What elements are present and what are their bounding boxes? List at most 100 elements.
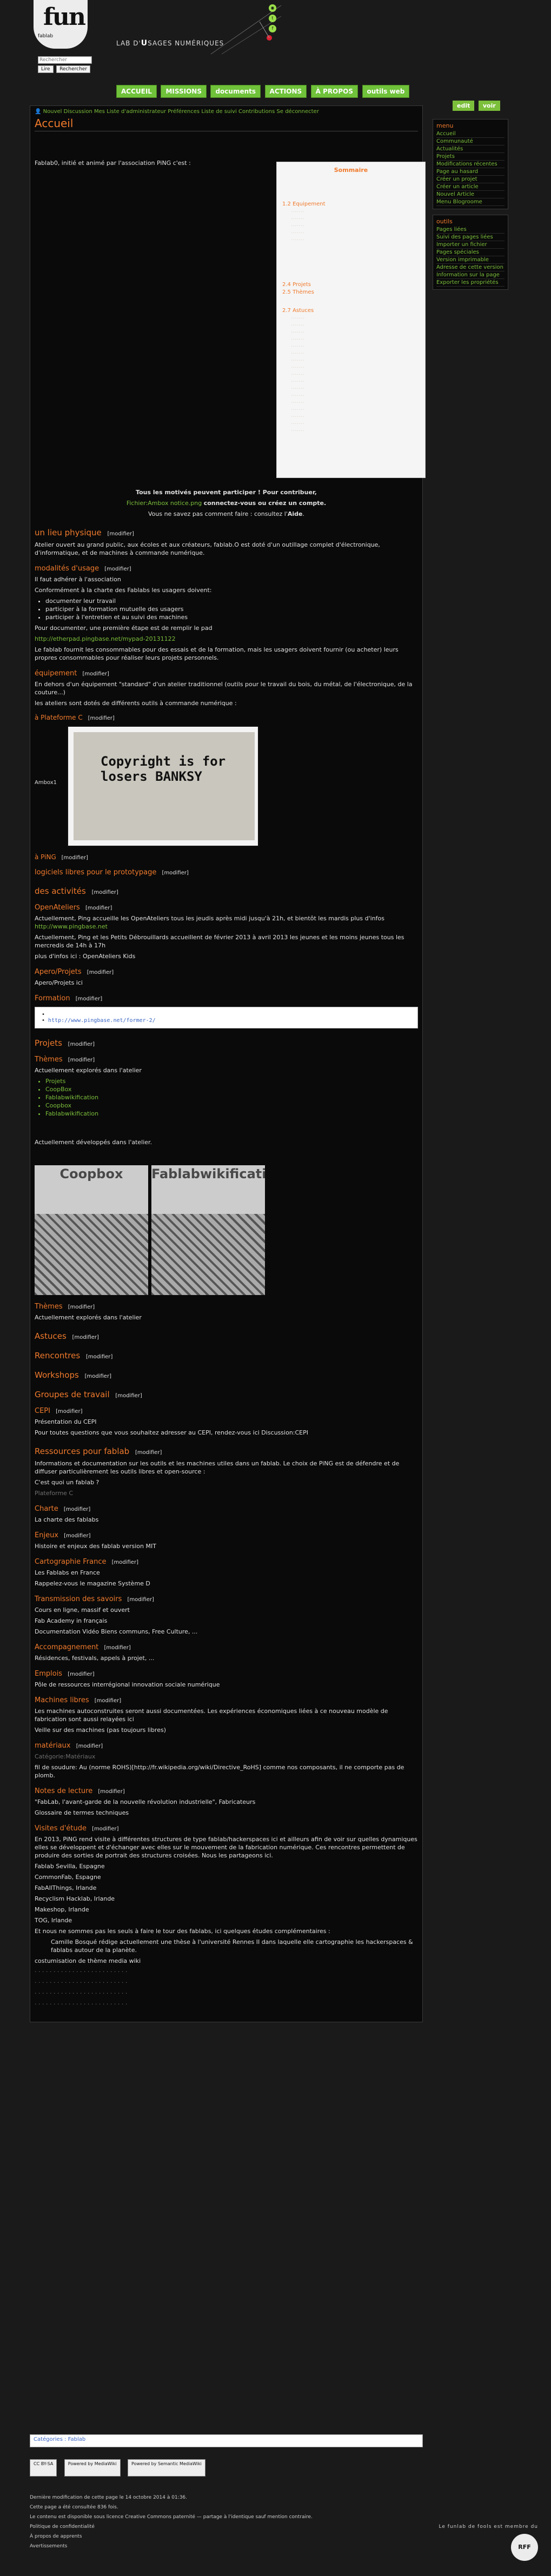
- pingbase-link[interactable]: http://www.pingbase.net: [35, 923, 108, 930]
- edit-link[interactable]: [modifier]: [85, 905, 112, 911]
- ghost-link[interactable]: · · · · · · · · · · · · · · · · · · · · …: [35, 1968, 418, 1976]
- userbar-link-prefs[interactable]: Préférences: [168, 109, 200, 115]
- edit-link[interactable]: [modifier]: [68, 1671, 94, 1677]
- ressources-link[interactable]: Plateforme C: [35, 1490, 73, 1497]
- sidebar-item-create-article[interactable]: Créer un article: [436, 183, 504, 191]
- sidebar-tool-special[interactable]: Pages spéciales: [436, 249, 504, 256]
- nav-a-propos[interactable]: À PROPOS: [310, 85, 359, 98]
- edit-link[interactable]: [modifier]: [68, 1304, 95, 1310]
- edit-link[interactable]: [modifier]: [83, 671, 109, 677]
- rff-logo-icon[interactable]: RFF: [511, 2534, 538, 2561]
- search-input[interactable]: [38, 56, 92, 64]
- categories-label[interactable]: Catégories :: [34, 2436, 66, 2442]
- edit-link[interactable]: [modifier]: [86, 1354, 112, 1360]
- sidebar-item-communaute[interactable]: Communauté: [436, 138, 504, 145]
- search-button[interactable]: Rechercher: [56, 65, 91, 73]
- license-badge[interactable]: CC BY-SA: [30, 2459, 57, 2477]
- twitter-icon[interactable]: t: [269, 15, 276, 22]
- help-link[interactable]: Aide: [288, 510, 303, 517]
- edit-link[interactable]: [modifier]: [64, 1506, 90, 1512]
- edit-link[interactable]: [modifier]: [72, 1335, 99, 1340]
- list-item[interactable]: Fablabwikification: [45, 1110, 418, 1118]
- edit-link[interactable]: [modifier]: [87, 970, 114, 975]
- edit-link[interactable]: [modifier]: [76, 1743, 103, 1749]
- edit-link[interactable]: [modifier]: [104, 566, 131, 572]
- toc-ghost: ·······: [291, 350, 304, 357]
- go-button[interactable]: Lire: [38, 65, 54, 73]
- toc-item[interactable]: 2.7 Astuces: [282, 307, 420, 315]
- sidebar-item-random[interactable]: Page au hasard: [436, 168, 504, 176]
- toc-item[interactable]: 2.5 Thèmes: [282, 289, 420, 296]
- ghost-link[interactable]: · · · · · · · · · · · · · · · · · · · · …: [35, 2000, 418, 2008]
- edit-link[interactable]: [modifier]: [135, 1450, 162, 1456]
- sidebar-item-blogroll[interactable]: Menu Blogroome: [436, 198, 504, 206]
- edit-link[interactable]: [modifier]: [104, 1645, 130, 1651]
- edit-link[interactable]: [modifier]: [62, 855, 88, 861]
- userbar-link-mes[interactable]: Mes: [94, 109, 105, 115]
- sidebar-tool-linked[interactable]: Pages liées: [436, 226, 504, 234]
- edit-link[interactable]: [modifier]: [64, 1533, 90, 1539]
- nav-missions[interactable]: MISSIONS: [161, 85, 207, 98]
- nav-actions[interactable]: ACTIONS: [264, 85, 307, 98]
- edit-link[interactable]: [modifier]: [92, 889, 118, 895]
- toc-item[interactable]: 2.4 Projets: [282, 281, 420, 289]
- edit-link[interactable]: [modifier]: [98, 1789, 124, 1795]
- edit-link[interactable]: [modifier]: [85, 1373, 111, 1379]
- sidebar-tool-export[interactable]: Exporter les propriétés: [436, 279, 504, 287]
- nav-outils-web[interactable]: outils web: [362, 85, 410, 98]
- list-item[interactable]: Projets: [45, 1077, 418, 1085]
- edit-link[interactable]: [modifier]: [92, 1826, 118, 1832]
- sidebar-item-recent-changes[interactable]: Modifications récentes: [436, 161, 504, 168]
- sidebar-tool-linked-changes[interactable]: Suivi des pages liées: [436, 234, 504, 241]
- userbar-link-contribs[interactable]: Contributions: [238, 109, 275, 115]
- userbar-link-watchlist[interactable]: Liste de suivi: [201, 109, 237, 115]
- sidebar-item-projets[interactable]: Projets: [436, 153, 504, 161]
- edit-link[interactable]: [modifier]: [76, 996, 102, 1002]
- formation-link[interactable]: http://www.pingbase.net/former-2/: [48, 1018, 156, 1024]
- edit-link[interactable]: [modifier]: [68, 1041, 95, 1047]
- list-item[interactable]: Fablabwikification: [45, 1093, 418, 1101]
- sidebar-item-actualites[interactable]: Actualités: [436, 145, 504, 153]
- sidebar-item-create-project[interactable]: Créer un projet: [436, 176, 504, 183]
- etherpad-link[interactable]: http://etherpad.pingbase.net/mypad-20131…: [35, 635, 176, 642]
- sidebar-tool-print[interactable]: Version imprimable: [436, 256, 504, 264]
- edit-link[interactable]: [modifier]: [56, 1409, 82, 1415]
- edit-link[interactable]: [modifier]: [108, 531, 134, 537]
- userbar-link-logout[interactable]: Se déconnecter: [277, 109, 319, 115]
- ghost-link[interactable]: · · · · · · · · · · · · · · · · · · · · …: [35, 1979, 418, 1987]
- sidebar-item-accueil[interactable]: Accueil: [436, 130, 504, 138]
- ambox-file-link[interactable]: Fichier:Ambox notice.png: [127, 500, 202, 507]
- toc-item[interactable]: 1.2 Equipement: [282, 201, 420, 208]
- userbar-link-new[interactable]: Nouvel: [43, 109, 62, 115]
- edit-link[interactable]: [modifier]: [95, 1698, 121, 1704]
- list-item[interactable]: CoopBox: [45, 1085, 418, 1093]
- sidebar-item-new-article[interactable]: Nouvel Article: [436, 191, 504, 198]
- footer-disclaimer-link[interactable]: Avertissements: [30, 2541, 549, 2551]
- nav-accueil[interactable]: ACCUEIL: [116, 85, 157, 98]
- gallery-item-fablabwikification[interactable]: Fablabwikification: [151, 1165, 265, 1295]
- mediawiki-badge[interactable]: Powered by MediaWiki: [64, 2459, 121, 2477]
- list-item[interactable]: Coopbox: [45, 1101, 418, 1110]
- sidebar-tool-upload[interactable]: Importer un fichier: [436, 241, 504, 249]
- materiaux-category-link[interactable]: Catégorie:Matériaux: [35, 1753, 95, 1760]
- category-link[interactable]: Fablab: [68, 2436, 86, 2442]
- edit-link[interactable]: [modifier]: [112, 1559, 138, 1565]
- userbar-link-discussion[interactable]: Discussion: [64, 109, 92, 115]
- edit-link[interactable]: [modifier]: [88, 715, 115, 721]
- facebook-icon[interactable]: f: [269, 25, 276, 32]
- sidebar-tool-info[interactable]: Information sur la page: [436, 271, 504, 279]
- smw-badge[interactable]: Powered by Semantic MediaWiki: [128, 2459, 205, 2477]
- nav-documents[interactable]: documents: [210, 85, 261, 98]
- edit-link[interactable]: [modifier]: [162, 870, 189, 876]
- edit-link[interactable]: [modifier]: [68, 1057, 95, 1063]
- connect-link[interactable]: connectez-vous ou créez un compte.: [204, 500, 326, 507]
- userbar-link-admin[interactable]: Liste d'administrateur: [107, 109, 166, 115]
- edit-link[interactable]: [modifier]: [115, 1393, 142, 1399]
- gallery-item-coopbox[interactable]: Coopbox: [35, 1165, 148, 1295]
- ghost-link[interactable]: · · · · · · · · · · · · · · · · · · · · …: [35, 1989, 418, 1997]
- rss-icon[interactable]: ◉: [269, 4, 276, 12]
- edit-link[interactable]: [modifier]: [128, 1597, 154, 1603]
- banksy-image[interactable]: Copyright is for losers BANKSY: [67, 726, 259, 847]
- footer-about-link[interactable]: À propos de apprents: [30, 2532, 549, 2541]
- sidebar-tool-permalink[interactable]: Adresse de cette version: [436, 264, 504, 271]
